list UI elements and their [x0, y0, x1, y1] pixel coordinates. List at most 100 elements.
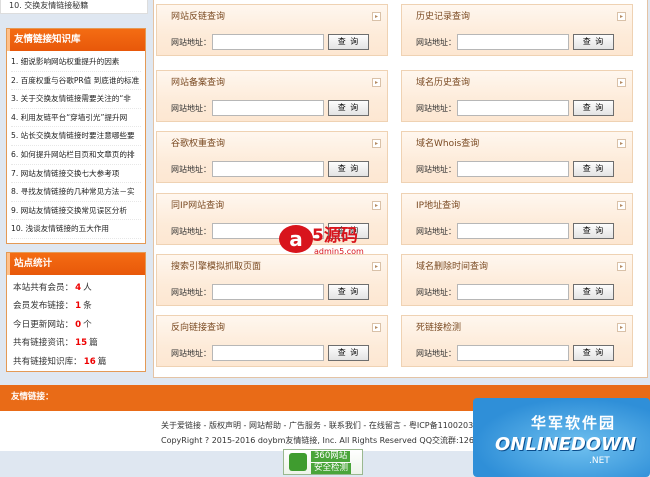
arrow-right-icon[interactable]: ▸: [617, 262, 626, 271]
tool-title[interactable]: 域名删除时间查询: [402, 255, 632, 281]
stat-unit: 篇: [97, 356, 107, 367]
footer-links[interactable]: 关于爱链接 - 版权声明 - 网站帮助 - 广告服务 - 联系我们 - 在线留言…: [161, 420, 473, 431]
knowledge-item[interactable]: 6. 如何提升网站栏目页和文章页的排: [11, 146, 141, 165]
query-button[interactable]: 查 询: [573, 284, 614, 300]
tool-card: IP地址查询 ▸ 网站地址： 查 询: [401, 193, 633, 245]
url-label: 网站地址：: [171, 227, 211, 236]
tool-title[interactable]: 网站反链查询: [157, 5, 387, 31]
url-label: 网站地址：: [416, 349, 456, 358]
url-input[interactable]: [457, 284, 569, 300]
url-input[interactable]: [457, 100, 569, 116]
tab-marker: [7, 253, 10, 275]
url-label: 网站地址：: [416, 288, 456, 297]
query-button[interactable]: 查 询: [328, 345, 369, 361]
url-input[interactable]: [457, 345, 569, 361]
url-label: 网站地址：: [171, 349, 211, 358]
tool-title[interactable]: 谷歌权重查询: [157, 132, 387, 158]
tool-card: 历史记录查询 ▸ 网站地址： 查 询: [401, 4, 633, 56]
url-input[interactable]: [212, 284, 324, 300]
list-item[interactable]: 10. 交换友情链接秘籍: [0, 0, 148, 14]
security-badge[interactable]: 360网站 安全检测: [283, 449, 363, 475]
onlinedown-tld: .NET: [589, 456, 610, 466]
stat-unit: 篇: [89, 338, 98, 349]
url-label: 网站地址：: [416, 38, 456, 47]
tool-card: 反向链接查询 ▸ 网站地址： 查 询: [156, 315, 388, 367]
query-button[interactable]: 查 询: [328, 100, 369, 116]
stat-value: 15: [75, 338, 88, 349]
shield-icon: [289, 453, 307, 471]
query-button[interactable]: 查 询: [573, 223, 614, 239]
arrow-right-icon[interactable]: ▸: [617, 201, 626, 210]
arrow-right-icon[interactable]: ▸: [372, 12, 381, 21]
badge-line2: 安全检测: [311, 463, 352, 474]
knowledge-item[interactable]: 10. 浅谈友情链接的五大作用: [11, 220, 141, 239]
tool-title[interactable]: 历史记录查询: [402, 5, 632, 31]
tool-title[interactable]: 同IP网站查询: [157, 194, 387, 220]
stat-row: 会员发布链接： 1 条: [13, 297, 139, 315]
url-label: 网站地址：: [171, 104, 211, 113]
query-button[interactable]: 查 询: [573, 100, 614, 116]
url-label: 网站地址：: [171, 165, 211, 174]
knowledge-item[interactable]: 4. 利用友链平台“穿墙引光”提升网: [11, 109, 141, 128]
url-input[interactable]: [212, 345, 324, 361]
tool-card: 搜索引擎模拟抓取页面 ▸ 网站地址：查 询: [156, 254, 388, 306]
knowledge-item[interactable]: 8. 寻找友情链接的几种常见方法－实: [11, 183, 141, 202]
tool-title[interactable]: 死链接检测: [402, 316, 632, 342]
stat-row: 本站共有会员： 4 人: [13, 279, 139, 297]
knowledge-item[interactable]: 1. 细说影响网站权重提升的因素: [11, 53, 141, 72]
url-input[interactable]: [457, 223, 569, 239]
tool-title[interactable]: IP地址查询: [402, 194, 632, 220]
arrow-right-icon[interactable]: ▸: [617, 78, 626, 87]
query-button[interactable]: 查 询: [573, 34, 614, 50]
tool-title[interactable]: 反向链接查询: [157, 316, 387, 342]
tool-card: 域名Whois查询 ▸ 网站地址： 查 询: [401, 131, 633, 183]
query-button[interactable]: 查 询: [328, 284, 369, 300]
knowledge-list: 1. 细说影响网站权重提升的因素 2. 百度权重与谷歌PR值 到底谁的标准 3. 关…: [7, 51, 145, 239]
url-input[interactable]: [212, 34, 324, 50]
svg-text:5源码: 5源码: [312, 225, 358, 246]
stat-unit: 条: [83, 301, 92, 312]
knowledge-item[interactable]: 3. 关于交换友情链接需要关注的“非: [11, 90, 141, 109]
arrow-right-icon[interactable]: ▸: [372, 323, 381, 332]
onlinedown-en: ONLINEDOWN: [495, 434, 637, 455]
stats-box: 站点统计 本站共有会员： 4 人会员发布链接： 1 条今日更新网站： 0 个共有链接资讯： 1…: [6, 252, 146, 372]
stat-value: 4: [75, 283, 82, 293]
tool-title[interactable]: 域名Whois查询: [402, 132, 632, 158]
query-button[interactable]: 查 询: [328, 161, 369, 177]
friend-links-title: 友情链接：: [11, 392, 54, 402]
tools-panel: 网站反链查询 ▸ 网站地址：查 询历史记录查询 ▸ 网站地址：查 询网站备案查询 ▸ 网站地…: [153, 0, 648, 378]
arrow-right-icon[interactable]: ▸: [617, 139, 626, 148]
url-input[interactable]: [212, 161, 324, 177]
arrow-right-icon[interactable]: ▸: [372, 201, 381, 210]
query-button[interactable]: 查 询: [328, 34, 369, 50]
stat-row: 共有链接资讯： 15 篇: [13, 334, 139, 352]
tool-card: 网站反链查询 ▸ 网站地址： 查 询: [156, 4, 388, 56]
stat-label: 共有链接知识库：: [13, 356, 82, 367]
url-input[interactable]: [457, 34, 569, 50]
query-button[interactable]: 查 询: [573, 345, 614, 361]
knowledge-item[interactable]: 9. 网站友情链接交换常见误区分析: [11, 202, 141, 221]
stat-label: 会员发布链接：: [13, 301, 74, 312]
knowledge-item[interactable]: 5. 站长交换友情链接时要注意哪些要: [11, 127, 141, 146]
tab-marker: [7, 29, 10, 51]
url-label: 网站地址：: [171, 288, 211, 297]
arrow-right-icon[interactable]: ▸: [372, 78, 381, 87]
tool-title[interactable]: 网站备案查询: [157, 71, 387, 97]
arrow-right-icon[interactable]: ▸: [372, 262, 381, 271]
stat-label: 今日更新网站：: [13, 319, 74, 330]
tool-card: 谷歌权重查询 ▸ 网站地址： 查 询: [156, 131, 388, 183]
arrow-right-icon[interactable]: ▸: [617, 323, 626, 332]
a5-sub: admin5.com: [314, 247, 364, 256]
url-label: 网站地址：: [171, 38, 211, 47]
url-input[interactable]: [212, 100, 324, 116]
tool-card: 域名删除时间查询 ▸ 网站地址： 查 询: [401, 254, 633, 306]
query-button[interactable]: 查 询: [573, 161, 614, 177]
stat-label: 共有链接资讯：: [13, 338, 74, 349]
tool-title[interactable]: 域名历史查询: [402, 71, 632, 97]
arrow-right-icon[interactable]: ▸: [617, 12, 626, 21]
stats-box-title: 站点统计: [7, 253, 145, 275]
knowledge-item[interactable]: 7. 网站友情链接交换七大参考项: [11, 165, 141, 184]
knowledge-item[interactable]: 2. 百度权重与谷歌PR值 到底谁的标准: [11, 72, 141, 91]
url-input[interactable]: [457, 161, 569, 177]
arrow-right-icon[interactable]: ▸: [372, 139, 381, 148]
